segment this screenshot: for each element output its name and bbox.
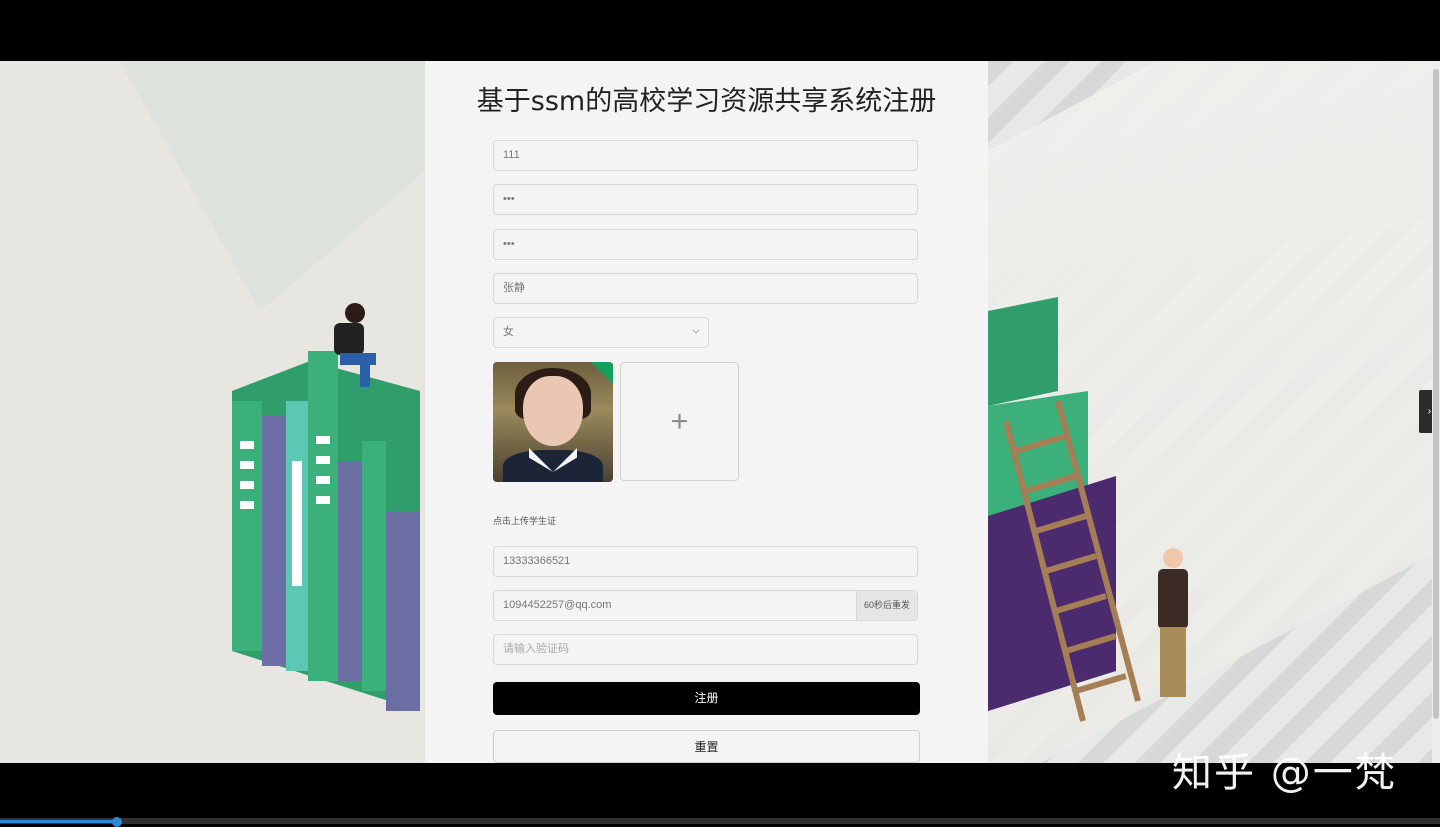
gender-value: 女: [503, 326, 514, 338]
watermark: 知乎 @一梵: [1172, 750, 1397, 796]
success-badge-icon: [591, 362, 613, 384]
chevron-down-icon: [692, 318, 700, 359]
video-progress-fill: [0, 820, 118, 823]
vertical-scrollbar[interactable]: [1432, 61, 1440, 763]
gender-select[interactable]: 女: [493, 317, 709, 348]
upload-button[interactable]: +: [620, 362, 739, 481]
page-title: 基于ssm的高校学习资源共享系统注册: [476, 86, 937, 117]
phone-input[interactable]: 13333366521: [493, 546, 918, 577]
email-field[interactable]: 1094452257@qq.com 60秒后重发: [493, 590, 918, 621]
verification-code-input[interactable]: 请输入验证码: [493, 634, 918, 665]
plus-icon: +: [670, 405, 689, 438]
upload-hint: 点击上传学生证: [493, 516, 557, 526]
confirm-password-input[interactable]: •••: [493, 229, 918, 260]
video-progress-bar[interactable]: [0, 817, 1440, 827]
page-stage: 基于ssm的高校学习资源共享系统注册 111 ••• ••• 张静 女 + 点击…: [0, 61, 1440, 763]
books-illustration: [0, 61, 425, 763]
username-input[interactable]: 111: [493, 140, 918, 171]
email-value: 1094452257@qq.com: [503, 599, 612, 611]
video-progress-handle[interactable]: [112, 817, 122, 827]
password-input[interactable]: •••: [493, 184, 918, 215]
chevron-right-icon: ›: [1427, 406, 1432, 417]
student-id-photo[interactable]: [493, 362, 613, 482]
left-illustration: [0, 61, 425, 763]
register-panel: 基于ssm的高校学习资源共享系统注册 111 ••• ••• 张静 女 + 点击…: [425, 61, 988, 763]
resend-code-button[interactable]: 60秒后重发: [856, 591, 917, 620]
ladder-illustration: [988, 297, 1188, 722]
right-illustration: [988, 61, 1440, 763]
reset-button[interactable]: 重置: [493, 730, 920, 763]
register-button[interactable]: 注册: [493, 682, 920, 715]
name-input[interactable]: 张静: [493, 273, 918, 304]
